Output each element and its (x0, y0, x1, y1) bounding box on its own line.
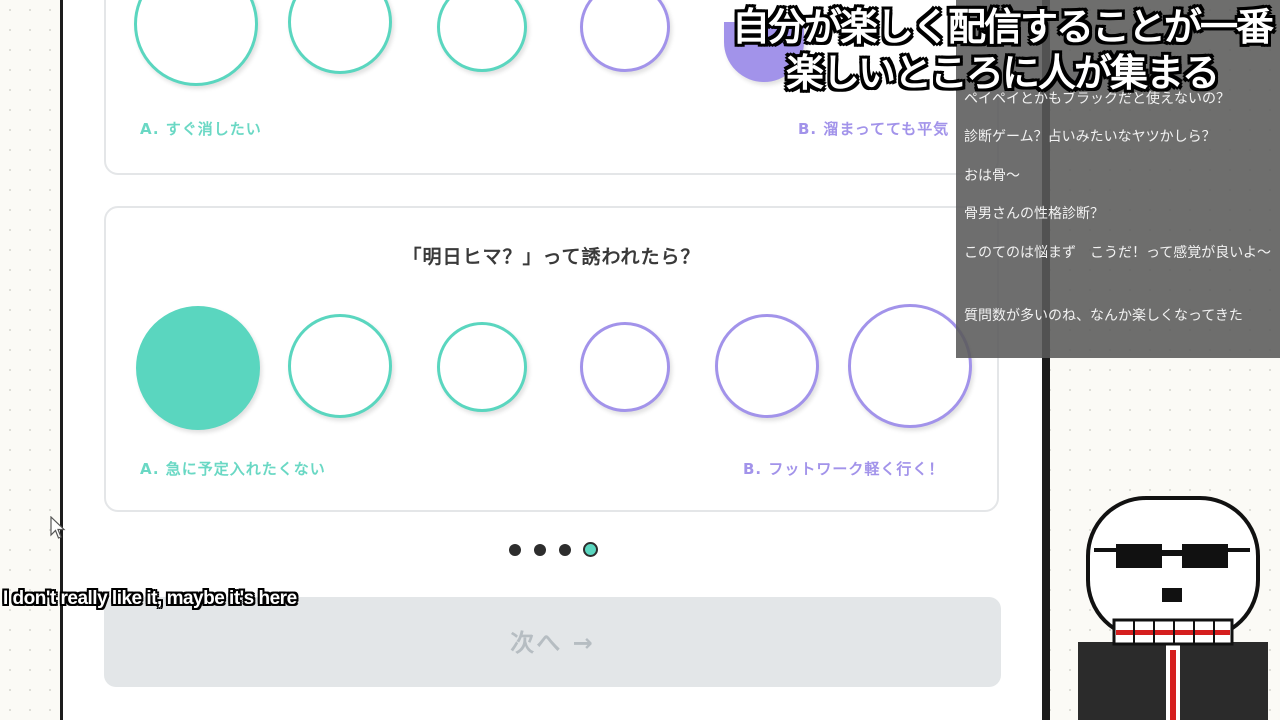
chat-message: おは骨～ (964, 168, 1020, 184)
option-a-strong[interactable] (136, 306, 260, 430)
option-b-weak[interactable] (580, 0, 670, 72)
option-a-label: A. すぐ消したい (140, 120, 262, 138)
option-a-strong[interactable] (134, 0, 258, 86)
next-button[interactable]: 次へ → (104, 597, 1001, 687)
caption-line-2: 楽しいところに人が集まる (785, 51, 1220, 95)
page-dot-2 (534, 544, 546, 556)
option-a-medium[interactable] (288, 314, 392, 418)
option-a-weak[interactable] (437, 322, 527, 412)
page-dot-4-active (583, 542, 598, 557)
option-b-label: B. フットワーク軽く行く！ (743, 460, 945, 478)
chat-message: 質問数が多いのね、なんか楽しくなってきた (964, 308, 1243, 324)
option-a-medium[interactable] (288, 0, 392, 74)
page-dot-3 (559, 544, 571, 556)
subtitle-text: I don't really like it, maybe it's here (3, 588, 297, 609)
option-a-weak[interactable] (437, 0, 527, 72)
question-card-current: 「明日ヒマ？」って誘われたら？ A. 急に予定入れたくない B. フットワーク軽… (104, 206, 999, 512)
option-b-strong[interactable] (848, 304, 972, 428)
chat-message: このてのは悩まず こうだ！って感覚が良いよ～ (964, 245, 1272, 261)
skeleton-avatar (1078, 496, 1268, 720)
option-b-label: B. 溜まってても平気 (798, 120, 950, 138)
stream-caption: 自分が楽しく配信することが一番 楽しいところに人が集まる (731, 4, 1274, 96)
option-a-label: A. 急に予定入れたくない (140, 460, 326, 478)
mouse-cursor-icon (50, 516, 66, 539)
option-b-weak[interactable] (580, 322, 670, 412)
chat-message: 骨男さんの性格診断？ (964, 206, 1104, 222)
question-text: 「明日ヒマ？」って誘われたら？ (402, 246, 701, 268)
chat-message: 診断ゲーム？占いみたいなヤツかしら？ (964, 129, 1216, 145)
page-dot-1 (509, 544, 521, 556)
caption-line-1: 自分が楽しく配信することが一番 (731, 5, 1274, 49)
option-b-medium[interactable] (715, 314, 819, 418)
